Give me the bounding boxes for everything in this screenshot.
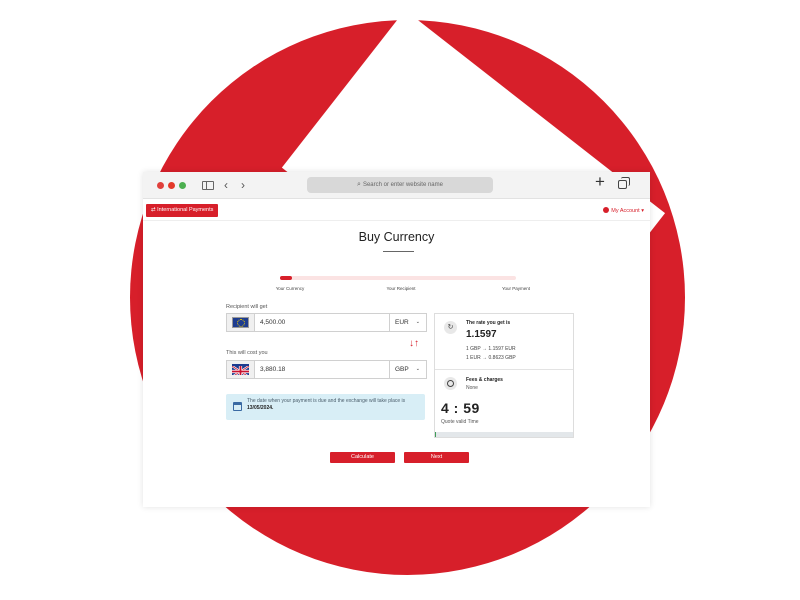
swap-icon[interactable]: ↓↑ [409, 338, 419, 349]
rate-panel: ↻ The rate you get is 1.1597 1 GBP → 1.1… [434, 313, 574, 438]
browser-toolbar: ‹ › ⌕ Search or enter website name + [143, 172, 650, 199]
cost-amount-field: 3,880.18 GBP ⌄ [226, 360, 427, 379]
plus-icon[interactable]: + [595, 173, 605, 190]
cost-flag-cell [227, 361, 255, 378]
recipient-currency-value: EUR [395, 319, 409, 326]
uk-flag-icon [232, 364, 249, 375]
fees-value: None [466, 385, 478, 391]
next-button[interactable]: Next [404, 452, 469, 463]
cost-currency-value: GBP [395, 366, 409, 373]
chevron-down-icon: ▾ [641, 208, 644, 214]
notice-date: 13/05/2024. [247, 405, 274, 411]
tabs-icon[interactable] [618, 177, 630, 189]
fees-heading: Fees & charges [466, 377, 503, 383]
cost-amount-input[interactable]: 3,880.18 [260, 361, 285, 378]
quote-timer: 4 : 59 [441, 400, 480, 416]
rate-panel-divider [435, 369, 573, 370]
search-icon: ⌕ [357, 181, 361, 188]
calculate-button[interactable]: Calculate [330, 452, 395, 463]
international-payments-button[interactable]: ⇄ International Payments [146, 204, 219, 217]
chevron-right-icon[interactable]: › [241, 178, 245, 192]
app-header: ⇄ International Payments My Account ▾ [143, 203, 650, 221]
recipient-amount-input[interactable]: 4,500.00 [260, 314, 285, 331]
transfer-icon: ⇄ [151, 207, 156, 213]
recipient-flag-cell [227, 314, 255, 331]
recipient-amount-field: 4,500.00 EUR ⌄ [226, 313, 427, 332]
page-title: Buy Currency [358, 230, 435, 244]
international-payments-label: International Payments [157, 207, 214, 213]
minimize-window-button[interactable] [168, 182, 175, 189]
calendar-icon [233, 402, 242, 411]
browser-window: ‹ › ⌕ Search or enter website name + ⇄ In… [143, 172, 650, 507]
notice-text: The date when your payment is due and th… [247, 398, 419, 412]
chevron-left-icon[interactable]: ‹ [224, 178, 228, 192]
rate-line-gbp-eur: 1 GBP → 1.1597 EUR [466, 346, 516, 352]
chevron-down-icon: ⌄ [415, 366, 420, 372]
my-account-menu[interactable]: My Account ▾ [602, 207, 644, 214]
title-divider [383, 251, 414, 252]
cost-currency-select[interactable]: GBP ⌄ [389, 361, 426, 378]
recipient-amount-label: Recipient will get [226, 304, 268, 310]
rate-line-eur-gbp: 1 EUR → 0.8623 GBP [466, 355, 516, 361]
recipient-currency-select[interactable]: EUR ⌄ [389, 314, 426, 331]
stepper-progress [280, 276, 292, 280]
eu-flag-icon [232, 317, 249, 328]
quote-valid-label: Quote valid Time [441, 419, 479, 425]
my-account-label: My Account [611, 208, 640, 214]
sidebar-icon[interactable] [202, 181, 214, 190]
chevron-down-icon: ⌄ [415, 319, 420, 325]
close-window-button[interactable] [157, 182, 164, 189]
clock-icon [444, 377, 457, 390]
maximize-window-button[interactable] [179, 182, 186, 189]
rate-value: 1.1597 [466, 329, 497, 340]
refresh-icon: ↻ [444, 321, 457, 334]
step-your-recipient: Your Recipient [386, 286, 416, 291]
page-background: ‹ › ⌕ Search or enter website name + ⇄ In… [0, 0, 800, 600]
address-bar[interactable]: ⌕ Search or enter website name [307, 177, 493, 193]
step-your-currency: Your Currency [275, 286, 305, 291]
payment-date-notice: The date when your payment is due and th… [226, 394, 425, 420]
stepper-track [280, 276, 516, 280]
cost-amount-label: This will cost you [226, 350, 268, 356]
step-your-payment: Your Payment [501, 286, 531, 291]
quote-timer-track [435, 432, 573, 437]
notice-message: The date when your payment is due and th… [247, 398, 406, 404]
rate-heading: The rate you get is [466, 320, 511, 326]
user-icon [602, 207, 609, 213]
quote-timer-progress [435, 432, 437, 437]
address-bar-placeholder: Search or enter website name [362, 182, 443, 188]
